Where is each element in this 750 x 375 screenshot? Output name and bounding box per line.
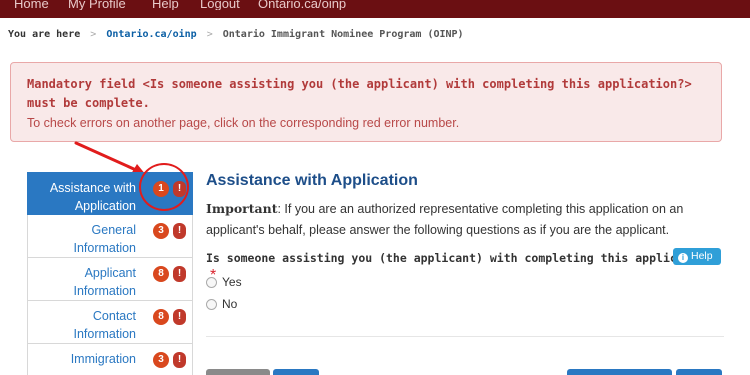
validate-button[interactable] — [567, 369, 672, 375]
sidebar-item-assistance[interactable]: Assistance with Application 1 ! — [27, 172, 193, 215]
breadcrumb-separator: > — [206, 29, 213, 40]
exclamation-icon: ! — [173, 352, 186, 368]
help-button[interactable]: i Help — [673, 248, 721, 265]
back-button[interactable] — [206, 369, 270, 375]
sidebar-item-label: Immigration — [70, 352, 136, 366]
help-button-label: Help — [691, 250, 713, 262]
important-text: : If you are an authorized representativ… — [206, 202, 684, 237]
nav-help[interactable]: Help — [152, 0, 179, 10]
radio-button[interactable] — [206, 299, 217, 310]
main-content: Assistance with Application Important: I… — [206, 172, 726, 317]
breadcrumb-label: You are here — [8, 29, 81, 40]
nav-home[interactable]: Home — [14, 0, 49, 10]
nav-my-profile[interactable]: My Profile — [68, 0, 126, 10]
sidebar-item-label: Contact Information — [73, 309, 136, 341]
nav-logout[interactable]: Logout — [200, 0, 240, 10]
breadcrumb-link-oinp[interactable]: Ontario.ca/oinp — [106, 29, 196, 40]
error-count-badge[interactable]: 3 — [153, 352, 169, 368]
error-count-badge[interactable]: 8 — [153, 309, 169, 325]
radio-label: Yes — [222, 275, 242, 289]
radio-label: No — [222, 297, 238, 311]
sidebar-item-label: General Information — [73, 223, 136, 255]
exclamation-icon: ! — [173, 223, 186, 239]
error-count-badge[interactable]: 1 — [153, 181, 169, 197]
sidebar-item-label: Applicant Information — [73, 266, 136, 298]
divider — [206, 336, 724, 337]
nav-ontario-oinp[interactable]: Ontario.ca/oinp — [258, 0, 346, 10]
sidebar-item-immigration[interactable]: Immigration 3 ! — [27, 344, 193, 375]
exclamation-icon: ! — [173, 309, 186, 325]
radio-group: Yes No — [206, 273, 726, 317]
next-button[interactable] — [676, 369, 722, 375]
error-hint: To check errors on another page, click o… — [27, 116, 460, 130]
radio-button[interactable] — [206, 277, 217, 288]
radio-option-no[interactable]: No — [206, 295, 726, 317]
important-label: Important — [206, 201, 278, 216]
save-button[interactable] — [273, 369, 319, 375]
question-label: Is someone assisting you (the applicant)… — [206, 251, 719, 265]
info-icon: i — [678, 253, 688, 263]
sidebar-item-label: Assistance with Application — [49, 181, 136, 213]
breadcrumb-separator: > — [90, 29, 97, 40]
exclamation-icon: ! — [173, 181, 186, 197]
error-alert: Mandatory field <Is someone assisting yo… — [10, 62, 722, 142]
error-count-badge[interactable]: 8 — [153, 266, 169, 282]
breadcrumb-current: Ontario Immigrant Nominee Program (OINP) — [222, 29, 464, 40]
question-row: Is someone assisting you (the applicant)… — [206, 248, 726, 284]
sidebar-item-applicant-information[interactable]: Applicant Information 8 ! — [27, 258, 193, 301]
sidebar-item-contact-information[interactable]: Contact Information 8 ! — [27, 301, 193, 344]
page-title: Assistance with Application — [206, 172, 418, 189]
breadcrumb: You are here > Ontario.ca/oinp > Ontario… — [8, 29, 464, 40]
error-message: Mandatory field <Is someone assisting yo… — [27, 77, 692, 110]
radio-option-yes[interactable]: Yes — [206, 273, 726, 295]
exclamation-icon: ! — [173, 266, 186, 282]
important-notice: Important: If you are an authorized repr… — [206, 198, 726, 241]
section-sidebar: Assistance with Application 1 ! General … — [27, 172, 193, 375]
sidebar-item-general-information[interactable]: General Information 3 ! — [27, 215, 193, 258]
top-nav-bar: Home My Profile Help Logout Ontario.ca/o… — [0, 0, 750, 18]
error-count-badge[interactable]: 3 — [153, 223, 169, 239]
